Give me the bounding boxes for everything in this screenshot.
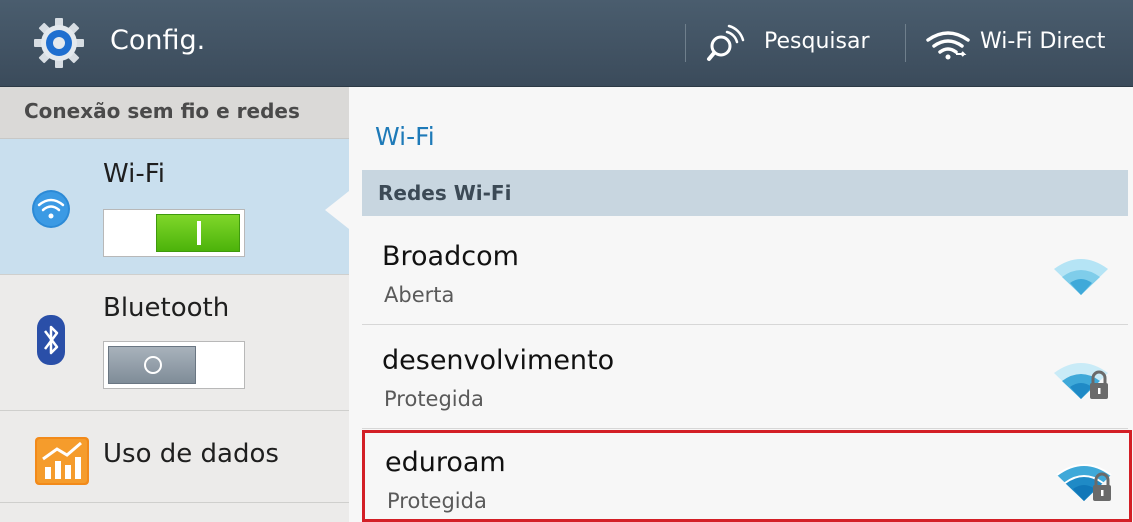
- wifi-panel: Wi-Fi Redes Wi-Fi Broadcom Aberta desenv…: [349, 87, 1133, 522]
- sidebar-item-label: Bluetooth: [103, 293, 230, 323]
- selection-pointer: [325, 191, 349, 229]
- data-usage-icon: [35, 437, 89, 485]
- action-divider: [905, 24, 906, 62]
- sidebar-section-header: Conexão sem fio e redes: [0, 87, 349, 139]
- networks-section-header: Redes Wi-Fi: [362, 170, 1128, 216]
- sidebar-item-label: Uso de dados: [103, 439, 279, 469]
- sidebar-item-bluetooth[interactable]: Bluetooth: [0, 275, 349, 411]
- sidebar-item-label: Wi-Fi: [103, 159, 166, 189]
- settings-gear-icon[interactable]: [33, 17, 85, 69]
- wifi-icon: [32, 190, 70, 228]
- search-button[interactable]: Pesquisar: [764, 29, 870, 54]
- network-status: Protegida: [387, 489, 487, 513]
- toggle-knob-off: [108, 346, 196, 384]
- wifi-direct-icon[interactable]: [926, 30, 970, 60]
- sidebar-item-wifi[interactable]: Wi-Fi: [0, 139, 349, 275]
- network-status: Aberta: [384, 283, 455, 307]
- sidebar-section-title: Conexão sem fio e redes: [24, 99, 300, 123]
- network-item-eduroam[interactable]: eduroam Protegida: [362, 430, 1132, 522]
- settings-sidebar: Conexão sem fio e redes Wi-Fi Bluetooth: [0, 87, 349, 522]
- action-divider: [685, 24, 686, 62]
- network-item-broadcom[interactable]: Broadcom Aberta: [362, 221, 1128, 325]
- bluetooth-icon: [37, 315, 65, 365]
- wifi-toggle[interactable]: [103, 209, 245, 257]
- wifi-signal-icon: [1054, 259, 1108, 295]
- network-name: Broadcom: [382, 241, 519, 272]
- app-title[interactable]: Config.: [110, 25, 205, 56]
- search-icon[interactable]: [705, 24, 745, 62]
- network-status: Protegida: [384, 387, 484, 411]
- network-name: desenvolvimento: [382, 345, 615, 376]
- networks-section-title: Redes Wi-Fi: [378, 181, 512, 205]
- network-name: eduroam: [385, 447, 506, 478]
- network-item-desenvolvimento[interactable]: desenvolvimento Protegida: [362, 325, 1128, 429]
- wifi-signal-lock-icon: [1054, 363, 1108, 399]
- toggle-knob-on: [156, 214, 240, 252]
- bluetooth-toggle[interactable]: [103, 341, 245, 389]
- sidebar-item-data-usage[interactable]: Uso de dados: [0, 411, 349, 503]
- wifi-direct-button[interactable]: Wi-Fi Direct: [980, 29, 1105, 54]
- wifi-signal-lock-icon: [1056, 464, 1112, 501]
- list-divider: [362, 428, 1128, 429]
- page-title: Wi-Fi: [375, 122, 435, 151]
- action-bar: Config. Pesquisar Wi-Fi Direct: [0, 0, 1133, 87]
